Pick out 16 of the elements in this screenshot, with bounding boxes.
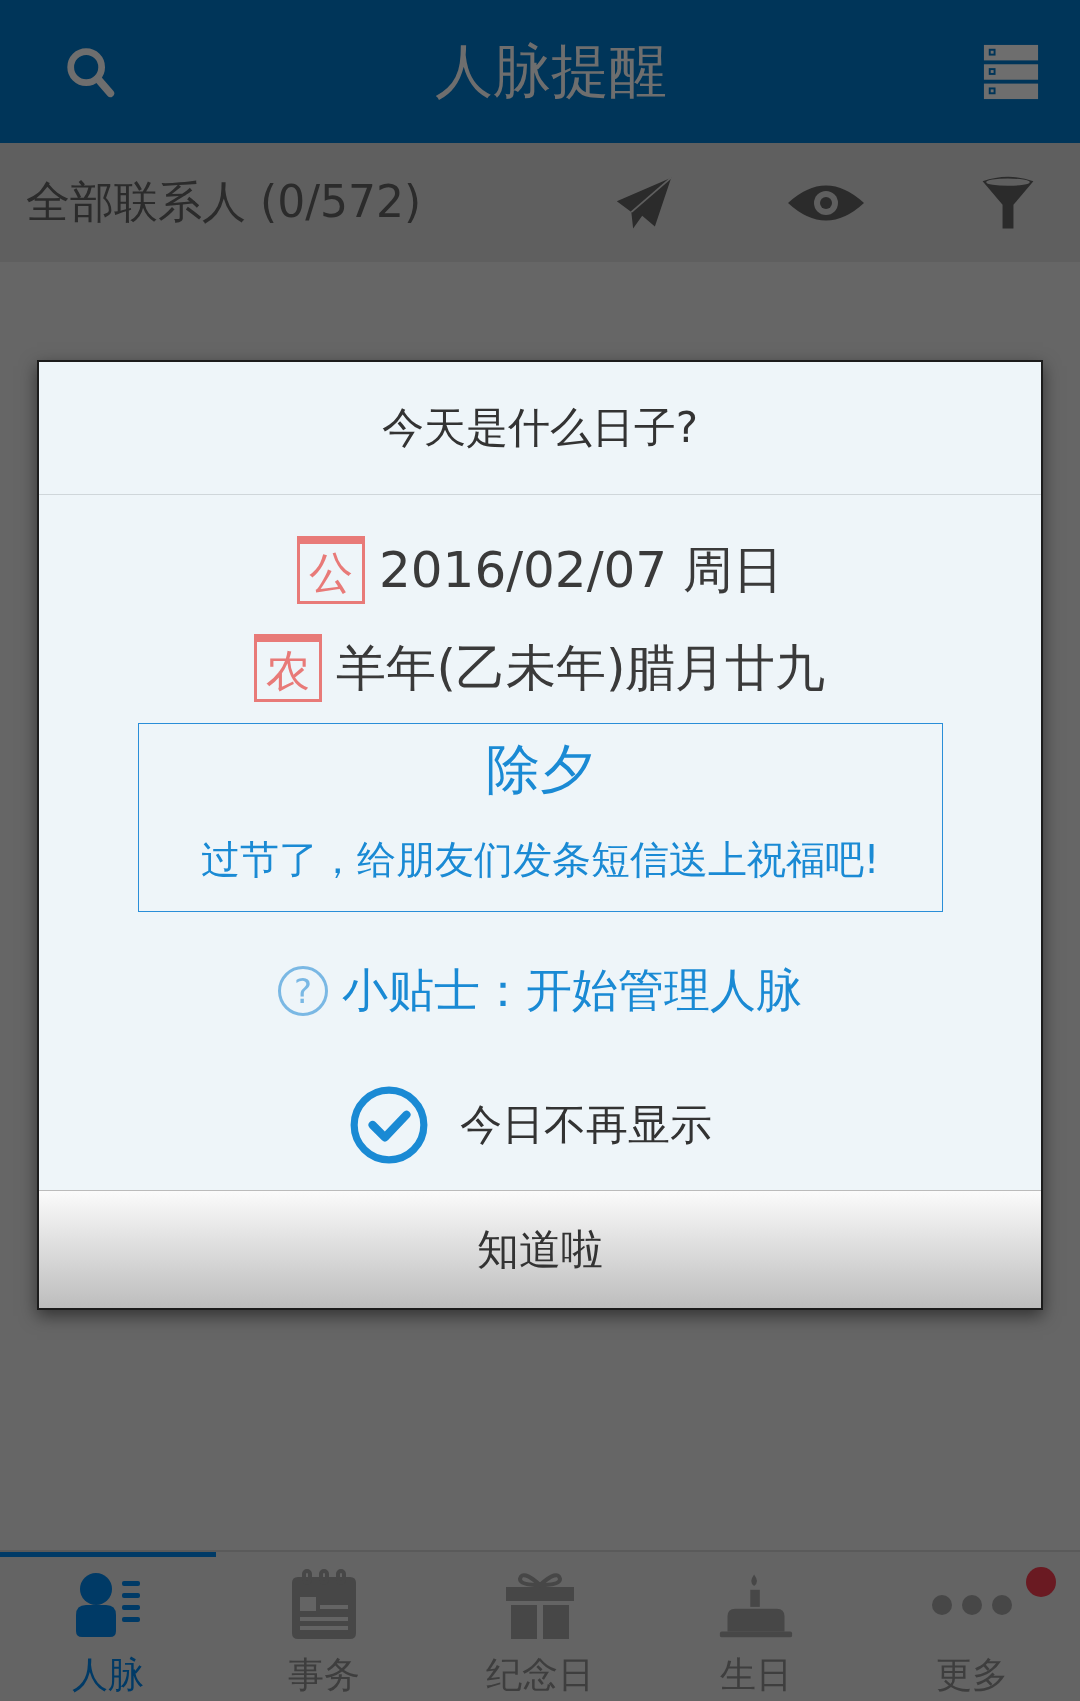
calendar-badge: 农 — [254, 634, 323, 702]
more-icon — [932, 1595, 1012, 1615]
checkbox[interactable] — [348, 1084, 430, 1166]
dialog-title: 今天是什么日子? — [39, 362, 1041, 495]
app-title: 人脉提醒 — [435, 35, 667, 107]
help-icon[interactable]: ? — [278, 966, 328, 1016]
lunar-date: 羊年(乙未年)腊月廿九 — [336, 637, 826, 699]
ok-button[interactable]: 知道啦 — [39, 1190, 1041, 1308]
menu-icon[interactable] — [982, 42, 1040, 101]
calendar-badge: 公 — [296, 536, 365, 604]
checkbox-label: 今日不再显示 — [460, 1099, 712, 1151]
solar-date: 2016/02/07 周日 — [378, 539, 784, 601]
festival-message: 过节了，给朋友们发条短信送上祝福吧! — [200, 836, 880, 884]
nav-tab[interactable]: 人脉 — [0, 1552, 216, 1701]
tip-link[interactable]: 小贴士：开始管理人脉 — [342, 960, 802, 1022]
festival-name: 除夕 — [486, 737, 594, 803]
